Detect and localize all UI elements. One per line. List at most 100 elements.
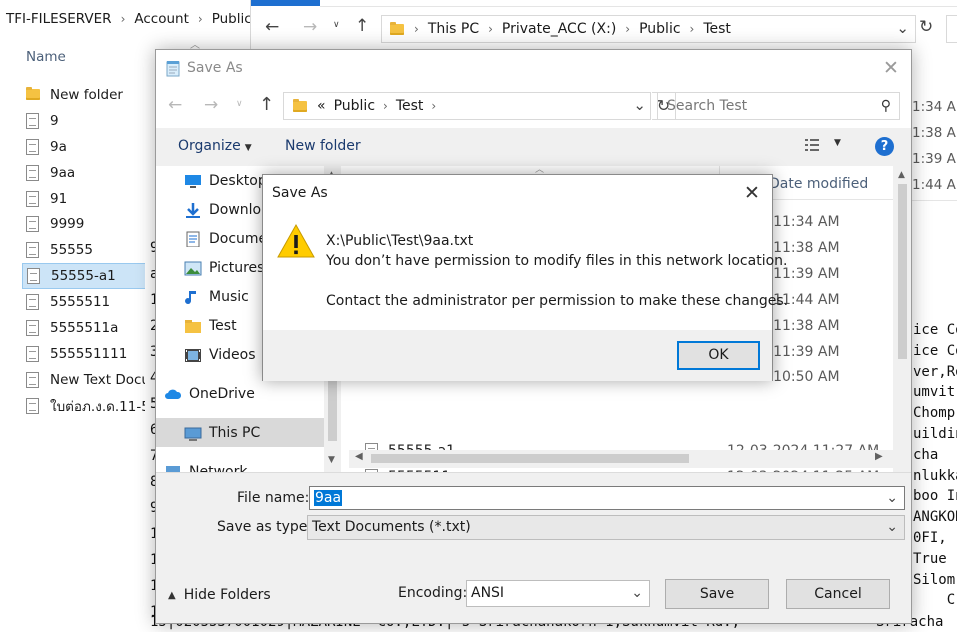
breadcrumb-item[interactable]: TFI-FILESERVER bbox=[6, 11, 112, 27]
nav-item-network[interactable]: Network bbox=[164, 457, 247, 472]
breadcrumb-item[interactable]: Public bbox=[212, 11, 252, 27]
caret-down-icon[interactable]: ▼ bbox=[834, 138, 841, 148]
warning-icon bbox=[277, 223, 315, 258]
recent-dropdown-icon[interactable]: ∨ bbox=[236, 99, 243, 109]
address-bar[interactable]: « Public › Test › ⌄ bbox=[283, 92, 651, 120]
scrollbar-thumb[interactable] bbox=[371, 454, 689, 463]
background-time-column: 1:34 AM 1:38 AM 1:39 AM 1:44 AM bbox=[912, 95, 957, 199]
chevron-down-icon[interactable]: ⌄ bbox=[631, 581, 643, 606]
recent-dropdown-icon[interactable]: ∨ bbox=[333, 20, 340, 30]
save-as-type-label: Save as type: bbox=[217, 519, 313, 535]
divider bbox=[912, 200, 957, 201]
scrollbar-thumb[interactable] bbox=[898, 184, 907, 359]
hide-folders-label: Hide Folders bbox=[183, 587, 271, 603]
file-name: 9a bbox=[50, 138, 67, 155]
address-segment[interactable]: This PC bbox=[428, 21, 479, 37]
file-name: 55555 bbox=[50, 242, 93, 259]
encoding-select[interactable]: ANSI ⌄ bbox=[466, 580, 650, 607]
file-name-input[interactable]: 9aa ⌄ bbox=[309, 486, 905, 510]
save-as-type-select[interactable]: Text Documents (*.txt) ⌄ bbox=[307, 515, 905, 540]
view-details-icon[interactable] bbox=[804, 137, 820, 153]
notepad-line: ver,Ro bbox=[913, 363, 957, 380]
text-file-icon bbox=[26, 319, 39, 336]
nav-item-label: Desktop bbox=[209, 172, 267, 189]
notepad-line: cha bbox=[913, 446, 939, 463]
column-header-name[interactable]: Name bbox=[26, 49, 66, 65]
scroll-down-icon[interactable]: ▼ bbox=[328, 455, 335, 465]
notepad-line: umvit bbox=[913, 384, 956, 401]
nav-item-videos[interactable]: Videos bbox=[184, 340, 256, 369]
address-segment[interactable]: Private_ACC (X:) bbox=[502, 21, 616, 37]
chevron-down-icon[interactable]: ⌄ bbox=[886, 516, 898, 539]
text-file-icon bbox=[27, 268, 40, 285]
ok-button[interactable]: OK bbox=[677, 341, 760, 370]
folder-icon bbox=[293, 98, 307, 112]
hide-folders-button[interactable]: ▲ Hide Folders bbox=[168, 587, 271, 603]
documents-icon bbox=[186, 231, 200, 247]
notepad-icon bbox=[166, 61, 180, 77]
list-vertical-scrollbar[interactable]: ▲ bbox=[893, 166, 911, 472]
chevron-right-icon: › bbox=[120, 12, 126, 26]
notepad-line: ANGKOK bbox=[913, 509, 957, 526]
text-file-icon bbox=[26, 190, 39, 207]
address-segment[interactable]: Test bbox=[396, 98, 424, 114]
scroll-up-icon[interactable]: ▲ bbox=[898, 170, 905, 180]
save-button[interactable]: Save bbox=[665, 579, 769, 609]
address-segment[interactable]: Public bbox=[639, 21, 680, 37]
chevron-down-icon[interactable]: ⌄ bbox=[886, 487, 898, 509]
chevron-down-icon[interactable]: ⌄ bbox=[896, 19, 909, 37]
nav-item-this-pc[interactable]: This PC bbox=[156, 418, 324, 447]
chevron-right-icon: › bbox=[383, 99, 388, 113]
nav-item-test[interactable]: Test bbox=[184, 311, 237, 340]
scroll-right-icon[interactable]: ▶ bbox=[875, 451, 883, 462]
chevron-right-icon: › bbox=[197, 12, 203, 26]
nav-item-pictures[interactable]: Pictures bbox=[184, 253, 264, 282]
nav-item-music[interactable]: Music bbox=[184, 282, 249, 311]
search-input[interactable]: Search Test ⚲ bbox=[657, 92, 900, 120]
help-icon[interactable]: ? bbox=[875, 137, 894, 156]
title-bar[interactable] bbox=[156, 50, 911, 88]
notepad-line: 0FI, bbox=[913, 529, 947, 546]
close-icon[interactable]: ✕ bbox=[744, 182, 760, 204]
text-file-icon bbox=[26, 242, 39, 259]
music-icon bbox=[185, 290, 196, 304]
file-name: New folder bbox=[50, 86, 123, 103]
nav-item-label: This PC bbox=[209, 424, 261, 441]
column-header-date[interactable]: Date modified bbox=[769, 176, 868, 192]
close-icon[interactable]: ✕ bbox=[883, 57, 899, 79]
search-placeholder: Search Test bbox=[667, 98, 748, 114]
background-address-bar[interactable]: › This PC › Private_ACC (X:) › Public › … bbox=[381, 15, 916, 43]
nav-item-label: Videos bbox=[209, 346, 256, 363]
forward-arrow-icon[interactable]: → bbox=[204, 95, 218, 115]
background-breadcrumb: TFI-FILESERVER › Account › Public bbox=[6, 9, 252, 29]
background-explorer-right: ← → ∨ ↑ › This PC › Private_ACC (X:) › P… bbox=[250, 0, 957, 50]
notepad-line: boo In bbox=[913, 488, 957, 505]
cancel-button[interactable]: Cancel bbox=[786, 579, 890, 609]
refresh-icon[interactable]: ↻ bbox=[919, 17, 933, 37]
forward-arrow-icon[interactable]: → bbox=[303, 17, 317, 37]
address-segment[interactable]: Test bbox=[703, 21, 731, 37]
up-arrow-icon[interactable]: ↑ bbox=[355, 16, 369, 36]
new-folder-button[interactable]: New folder bbox=[285, 138, 361, 154]
back-arrow-icon[interactable]: ← bbox=[265, 17, 279, 37]
organize-button[interactable]: Organize ▼ bbox=[178, 138, 252, 154]
search-icon: ⚲ bbox=[880, 98, 891, 114]
network-icon bbox=[166, 465, 180, 472]
scroll-left-icon[interactable]: ◀ bbox=[355, 451, 363, 462]
back-arrow-icon[interactable]: ← bbox=[168, 95, 182, 115]
nav-item-desktop[interactable]: Desktop bbox=[184, 166, 267, 195]
chevron-right-icon: › bbox=[414, 22, 419, 36]
nav-item-onedrive[interactable]: OneDrive bbox=[164, 379, 255, 408]
chevron-down-icon[interactable]: ⌄ bbox=[633, 96, 646, 114]
up-arrow-icon[interactable]: ↑ bbox=[259, 94, 274, 115]
address-segment[interactable]: Public bbox=[334, 98, 375, 114]
overflow-chevron-icon[interactable]: « bbox=[317, 98, 326, 114]
breadcrumb-item[interactable]: Account bbox=[134, 11, 189, 27]
time-cell: 1:44 AM bbox=[912, 176, 957, 193]
time-cell: 1:38 AM bbox=[912, 124, 957, 141]
notepad-line: nlukka bbox=[913, 467, 957, 484]
background-search-box[interactable] bbox=[946, 15, 957, 43]
text-file-icon bbox=[26, 345, 39, 362]
list-horizontal-scrollbar[interactable]: ◀ ▶ bbox=[349, 450, 893, 468]
notepad-line: ice Co bbox=[913, 342, 957, 359]
